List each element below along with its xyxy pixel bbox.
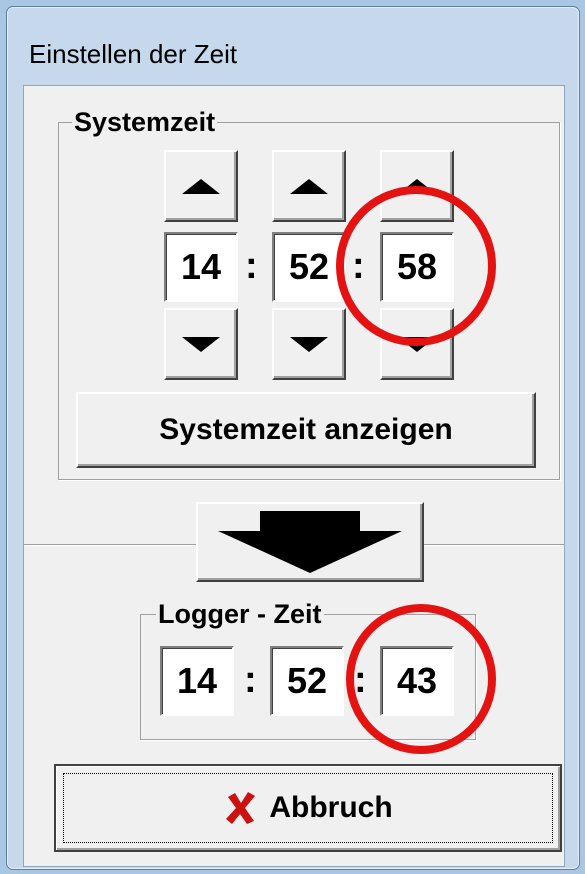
arrow-down-icon [182, 336, 220, 352]
logger-hours-field: 14 [160, 646, 234, 716]
time-separator: : [352, 245, 365, 287]
systemzeit-seconds-field[interactable]: 58 [380, 232, 454, 302]
logger-legend: Logger - Zeit [156, 598, 324, 630]
section-divider [24, 544, 196, 546]
section-divider [424, 544, 564, 546]
time-separator: : [244, 659, 257, 701]
transfer-time-button[interactable] [196, 502, 424, 582]
window-title: Einstellen der Zeit [29, 39, 238, 69]
arrow-up-icon [398, 178, 436, 194]
systemzeit-legend: Systemzeit [72, 106, 218, 138]
logger-seconds-field: 43 [380, 646, 454, 716]
hours-down-button[interactable] [164, 308, 238, 380]
focus-ring [63, 773, 553, 843]
arrow-down-icon [398, 336, 436, 352]
arrow-down-icon [290, 336, 328, 352]
time-separator: : [354, 659, 367, 701]
arrow-up-icon [182, 178, 220, 194]
show-systemzeit-button[interactable]: Systemzeit anzeigen [76, 392, 536, 468]
systemzeit-minutes-field[interactable]: 52 [272, 232, 346, 302]
arrow-up-icon [290, 178, 328, 194]
show-systemzeit-label: Systemzeit anzeigen [159, 413, 453, 446]
time-separator: : [245, 245, 258, 287]
minutes-up-button[interactable] [272, 150, 346, 222]
cancel-button[interactable]: Abbruch [54, 764, 562, 852]
dialog-window: Einstellen der Zeit Systemzeit 14 : 52 :… [6, 6, 580, 870]
logger-minutes-field: 52 [270, 646, 344, 716]
seconds-down-button[interactable] [380, 308, 454, 380]
systemzeit-hours-field[interactable]: 14 [164, 232, 238, 302]
dialog-client-area: Systemzeit 14 : 52 : 58 Systemzeit anzei… [23, 85, 565, 867]
seconds-up-button[interactable] [380, 150, 454, 222]
hours-up-button[interactable] [164, 150, 238, 222]
arrow-down-large-icon [218, 511, 402, 573]
minutes-down-button[interactable] [272, 308, 346, 380]
